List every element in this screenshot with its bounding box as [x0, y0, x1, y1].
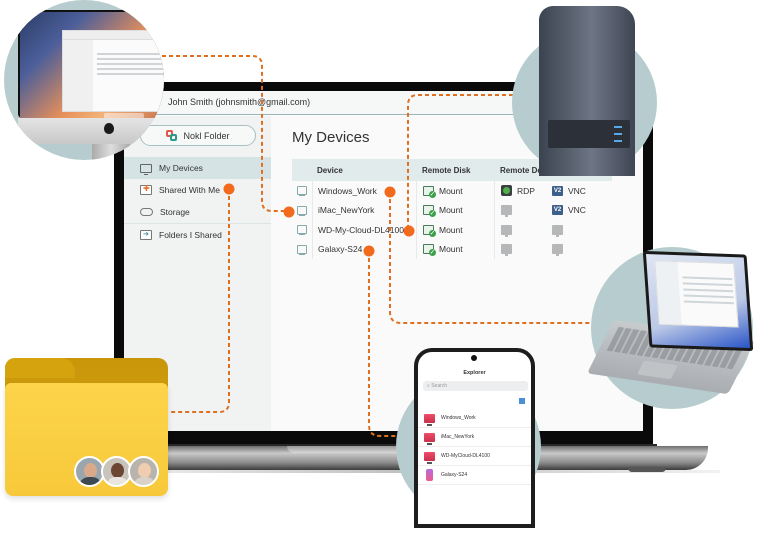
imac-bubble: [4, 0, 164, 160]
mount-label: Mount: [439, 185, 463, 196]
mount-icon: [423, 224, 436, 237]
mount-button[interactable]: Mount: [416, 181, 494, 201]
windows-laptop-screen: [642, 250, 754, 352]
imac-app-window: [62, 30, 164, 112]
list-item[interactable]: Galaxy-S24: [418, 466, 531, 485]
sidebar-nav: My Devices Shared With Me Storage Folder…: [124, 157, 271, 246]
vnc-button-disabled: [550, 220, 612, 240]
vnc-label: VNC: [568, 205, 586, 216]
sidebar-item-label: Shared With Me: [159, 185, 220, 195]
table-row[interactable]: Galaxy-S24 Mount: [292, 239, 612, 260]
mount-label: Mount: [439, 244, 463, 255]
list-item-label: iMac_NewYork: [441, 434, 475, 440]
monitor-icon: [424, 451, 435, 464]
sidebar-item-label: My Devices: [159, 163, 203, 173]
laptop-foot: [628, 467, 666, 472]
device-name: Windows_Work: [312, 181, 416, 201]
device-icon: [297, 225, 307, 236]
rdp-label: RDP: [517, 185, 535, 196]
cloud-icon: [140, 208, 153, 216]
list-item-label: Windows_Work: [441, 415, 476, 421]
device-icon: [297, 186, 307, 197]
mount-label: Mount: [439, 205, 463, 216]
sidebar-item-my-devices[interactable]: My Devices: [124, 157, 271, 179]
device-icon: [297, 205, 307, 216]
list-item[interactable]: WD-MyCloud-DL4100: [418, 447, 531, 466]
sidebar-item-storage[interactable]: Storage: [124, 201, 271, 223]
device-name: iMac_NewYork: [312, 200, 416, 220]
rdp-disabled-icon: [501, 244, 512, 257]
folder-share-icon: [140, 230, 152, 240]
rdp-button-disabled: [494, 239, 550, 259]
sidebar-item-folders-i-shared[interactable]: Folders I Shared: [124, 224, 271, 246]
phone-search-input[interactable]: ⌕ Search: [423, 381, 528, 391]
shared-folder-icon: [140, 184, 152, 195]
list-item[interactable]: Windows_Work: [418, 409, 531, 428]
rdp-disabled-icon: [501, 224, 512, 237]
vnc-icon: V2: [552, 185, 563, 196]
rdp-icon: [501, 185, 512, 197]
list-item[interactable]: iMac_NewYork: [418, 428, 531, 447]
column-header-remote-disk[interactable]: Remote Disk: [416, 159, 494, 181]
rdp-button[interactable]: RDP: [494, 181, 550, 201]
device-icon: [297, 244, 307, 255]
camera-icon: [471, 355, 477, 361]
rdp-disabled-icon: [501, 205, 512, 218]
mount-icon: [423, 244, 436, 257]
table-row[interactable]: Windows_Work Mount RDP V2 VNC: [292, 181, 612, 201]
monitor-icon: [140, 163, 152, 175]
imac-stand: [92, 144, 130, 160]
vnc-button-disabled: [550, 240, 612, 260]
sidebar-item-shared-with-me[interactable]: Shared With Me: [124, 179, 271, 201]
mount-button[interactable]: Mount: [416, 239, 494, 259]
nokl-folder-label: Nokl Folder: [183, 130, 230, 141]
mount-icon: [423, 185, 436, 198]
monitor-icon: [424, 413, 435, 426]
mount-button[interactable]: Mount: [416, 200, 494, 220]
search-placeholder: Search: [431, 383, 448, 389]
apple-logo-icon: [104, 123, 114, 134]
disk1-led-icon: [614, 133, 622, 135]
windows-app-window: [654, 260, 739, 328]
vnc-disabled-icon: [552, 244, 563, 257]
vnc-icon: V2: [552, 205, 563, 216]
sidebar-item-label: Folders I Shared: [159, 230, 222, 240]
vnc-button[interactable]: V2 VNC: [550, 201, 612, 221]
nas-device: [539, 6, 635, 176]
mount-button[interactable]: Mount: [416, 220, 494, 240]
nokl-logo-icon: [166, 130, 178, 141]
avatar: [128, 456, 159, 487]
grid-view-icon[interactable]: [519, 398, 525, 404]
table-row[interactable]: iMac_NewYork Mount V2 VNC: [292, 200, 612, 221]
vnc-button[interactable]: V2 VNC: [550, 181, 612, 201]
imac-screen: [18, 10, 164, 118]
shared-folder-tab: [5, 358, 75, 378]
column-header-device[interactable]: Device: [312, 159, 416, 181]
rdp-button-disabled: [494, 220, 550, 240]
phone-app-title: Explorer: [463, 370, 486, 376]
phone-device-list: Windows_Work iMac_NewYork WD-MyCloud-DL4…: [418, 409, 531, 485]
page-title: My Devices: [292, 129, 370, 146]
user-account-label: John Smith (johnsmith@gmail.com): [168, 97, 311, 107]
phone-device: Explorer ⌕ Search Windows_Work iMac_NewY…: [414, 348, 535, 528]
rdp-button-disabled: [494, 200, 550, 220]
device-name: WD-My-Cloud-DL4100: [312, 220, 416, 240]
table-row[interactable]: WD-My-Cloud-DL4100 Mount: [292, 220, 612, 240]
sidebar-item-label: Storage: [160, 207, 190, 217]
disk2-led-icon: [614, 140, 622, 142]
list-item-label: WD-MyCloud-DL4100: [441, 453, 490, 459]
imac-chin: [18, 118, 164, 144]
vnc-label: VNC: [568, 185, 586, 196]
power-led-icon: [614, 126, 622, 128]
phone-icon: [426, 469, 433, 481]
vnc-disabled-icon: [552, 224, 563, 237]
list-item-label: Galaxy-S24: [441, 472, 468, 478]
touchpad: [637, 360, 678, 380]
monitor-icon: [424, 432, 435, 445]
device-name: Galaxy-S24: [312, 239, 416, 259]
mount-label: Mount: [439, 224, 463, 235]
mount-icon: [423, 205, 436, 218]
